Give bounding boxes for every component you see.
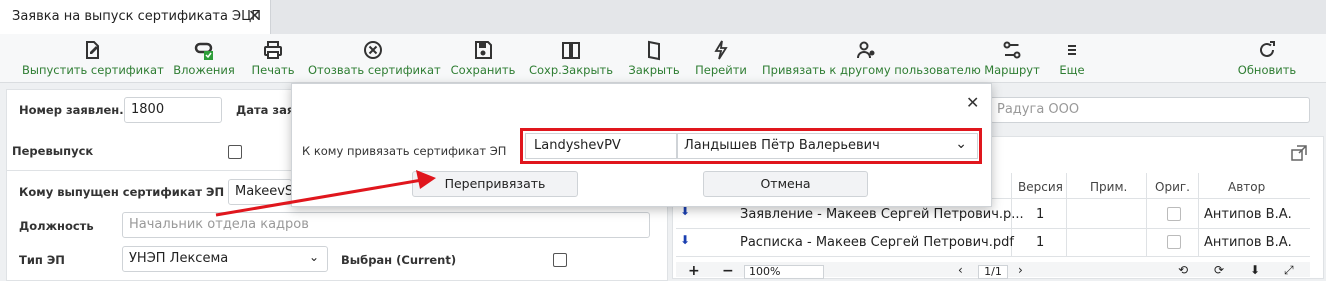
- close-button[interactable]: Закрыть: [626, 34, 682, 82]
- ep-type-label: Тип ЭП: [19, 253, 65, 267]
- save-button[interactable]: Сохранить: [448, 34, 518, 82]
- organization-input[interactable]: Радуга ООО: [990, 97, 1310, 123]
- ep-type-value: УНЭП Лексема: [129, 251, 229, 266]
- issue-certificate-icon: [86, 41, 99, 59]
- revoke-certificate-button[interactable]: Отозвать сертификат: [308, 34, 441, 82]
- dialog-close-icon[interactable]: ✕: [966, 93, 979, 112]
- tab-title: Заявка на выпуск сертификата ЭЦП: [12, 9, 261, 24]
- save-close-label: Сохр.Закрыть: [528, 63, 614, 77]
- reissue-checkbox[interactable]: [228, 145, 242, 159]
- save-close-button[interactable]: Сохр.Закрыть: [528, 34, 614, 82]
- navigate-button[interactable]: Перейти: [692, 34, 750, 82]
- more-icon: [1068, 45, 1076, 55]
- printer-icon: [264, 41, 282, 59]
- issued-to-label: Кому выпущен сертификат ЭП: [19, 185, 225, 199]
- revoke-icon: [364, 41, 382, 59]
- grid-row-line: [676, 228, 1310, 229]
- refresh-icon: [1260, 41, 1275, 57]
- toolbar: Выпустить сертификат Вложения Печать Ото…: [0, 34, 1326, 83]
- tab-bar: Заявка на выпуск сертификата ЭЦП ✕: [0, 0, 1326, 34]
- print-button[interactable]: Печать: [248, 34, 298, 82]
- file-name[interactable]: Расписка - Макеев Сергей Петрович.pdf: [740, 235, 1014, 250]
- close-doc-icon: [648, 40, 660, 61]
- number-label: Номер заявлен...: [19, 103, 133, 117]
- column-note[interactable]: Прим.: [1090, 180, 1127, 194]
- original-checkbox[interactable]: [1167, 207, 1181, 221]
- grid-col-line: [1146, 173, 1147, 256]
- number-input[interactable]: 1800: [124, 97, 222, 123]
- attachments-label: Вложения: [173, 63, 235, 77]
- issue-certificate-button[interactable]: Выпустить сертификат: [22, 34, 164, 82]
- route-icon: [1003, 41, 1021, 59]
- fullname-value: Ландышев Пётр Валерьевич: [684, 138, 880, 153]
- save-label: Сохранить: [450, 63, 516, 77]
- file-version: 1: [1036, 235, 1045, 250]
- close-label: Закрыть: [628, 63, 680, 77]
- refresh-button[interactable]: Обновить: [1234, 34, 1300, 82]
- issue-certificate-label: Выпустить сертификат: [22, 63, 164, 77]
- revoke-label: Отозвать сертификат: [308, 63, 441, 77]
- reissue-label: Перевыпуск: [12, 144, 94, 158]
- grid-col-line: [1066, 173, 1067, 256]
- login-input[interactable]: LandyshevPV: [525, 133, 677, 159]
- file-version: 1: [1036, 207, 1045, 222]
- column-author[interactable]: Автор: [1228, 180, 1265, 194]
- prev-page-icon[interactable]: ‹: [958, 263, 963, 277]
- cancel-button[interactable]: Отмена: [703, 171, 868, 197]
- rotate-right-icon[interactable]: ⟳: [1214, 263, 1224, 277]
- annotation-arrow: [215, 170, 436, 217]
- rebind-user-button[interactable]: Привязать к другому пользователю: [762, 34, 981, 82]
- grid-row-line: [676, 256, 1310, 257]
- download-icon[interactable]: ⬇: [1250, 263, 1260, 277]
- file-download-icon[interactable]: ⬇: [680, 233, 690, 247]
- save-icon: [475, 41, 492, 59]
- print-label: Печать: [251, 63, 295, 77]
- rebind-user-icon: [857, 41, 875, 59]
- selected-checkbox[interactable]: [553, 253, 567, 267]
- next-page-icon[interactable]: ›: [1018, 263, 1023, 277]
- navigate-label: Перейти: [695, 63, 747, 77]
- more-label: Еще: [1059, 63, 1085, 77]
- fullscreen-icon[interactable]: ⤢: [1284, 263, 1294, 278]
- attachments-button[interactable]: Вложения: [170, 34, 238, 82]
- refresh-label: Обновить: [1237, 63, 1297, 77]
- tab-close-icon[interactable]: ✕: [248, 6, 261, 25]
- rotate-left-icon[interactable]: ⟲: [1178, 263, 1188, 277]
- position-label: Должность: [19, 219, 94, 233]
- chevron-down-icon: ⌄: [955, 136, 967, 152]
- grid-col-line: [1198, 173, 1199, 256]
- navigate-icon: [714, 40, 728, 60]
- file-name[interactable]: Заявление - Макеев Сергей Петрович.p...: [740, 207, 1024, 222]
- ep-type-select[interactable]: УНЭП Лексема ⌄: [122, 246, 328, 272]
- column-version[interactable]: Версия: [1018, 180, 1063, 194]
- attachments-icon: [194, 42, 213, 60]
- save-close-icon: [562, 42, 580, 59]
- chevron-down-icon: ⌄: [308, 250, 319, 264]
- expand-icon[interactable]: [1290, 144, 1308, 162]
- route-label: Маршрут: [984, 63, 1040, 77]
- more-button[interactable]: Еще: [1054, 34, 1090, 82]
- tab-request[interactable]: Заявка на выпуск сертификата ЭЦП ✕: [0, 0, 271, 34]
- selected-label: Выбран (Current): [341, 253, 457, 267]
- dialog-label: К кому привязать сертификат ЭП: [302, 144, 507, 158]
- file-author: Антипов В.А.: [1204, 235, 1292, 250]
- file-author: Антипов В.А.: [1204, 207, 1292, 222]
- original-checkbox[interactable]: [1167, 235, 1181, 249]
- fullname-select[interactable]: Ландышев Пётр Валерьевич ⌄: [677, 133, 978, 159]
- column-original[interactable]: Ориг.: [1155, 180, 1190, 194]
- rebind-user-label: Привязать к другому пользователю: [762, 63, 981, 77]
- route-button[interactable]: Маршрут: [982, 34, 1042, 82]
